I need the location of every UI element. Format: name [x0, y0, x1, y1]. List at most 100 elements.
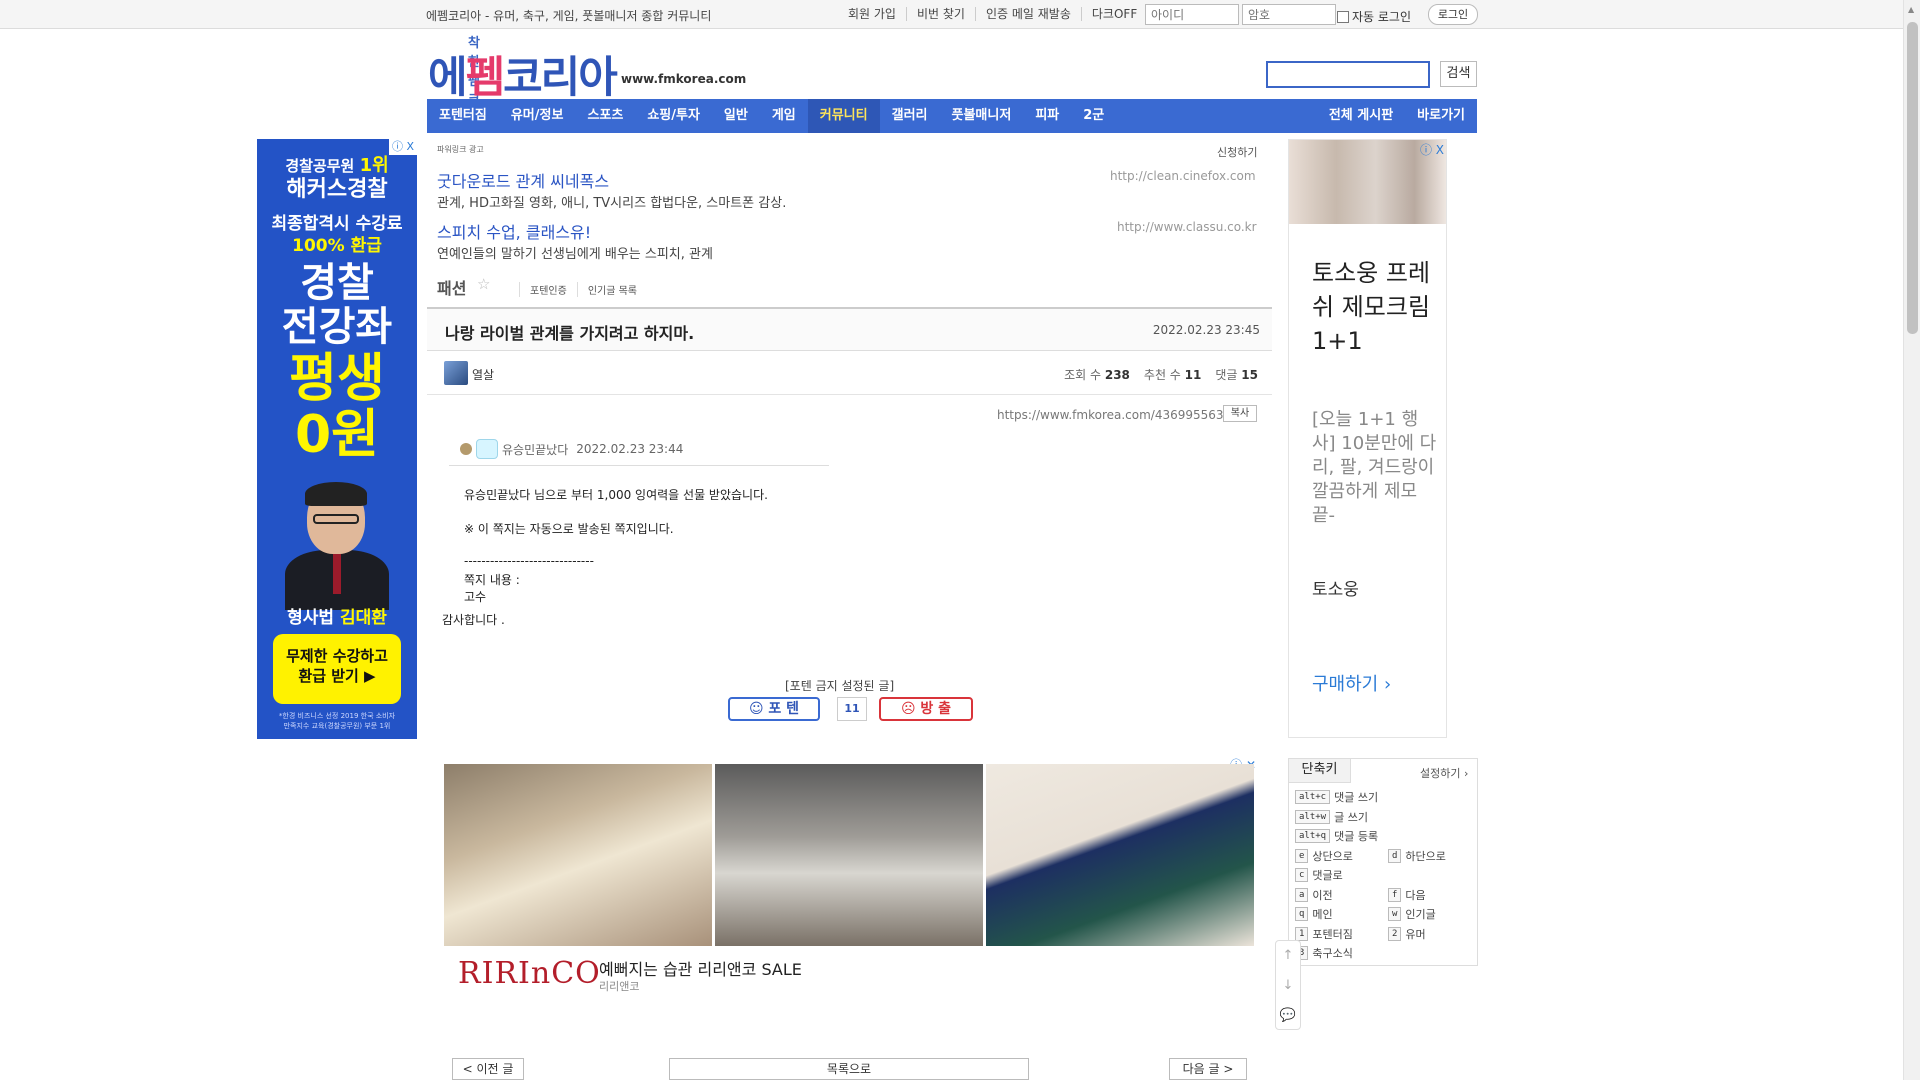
- ad-headline: 경찰 전강좌: [281, 260, 393, 350]
- ad-close-icon[interactable]: ⓘ X: [1420, 141, 1444, 158]
- nav-item[interactable]: 유머/정보: [499, 99, 576, 133]
- prev-post-button[interactable]: < 이전 글: [452, 1058, 524, 1080]
- login-id-input[interactable]: [1145, 4, 1239, 25]
- nav-item[interactable]: 풋볼매니저: [940, 99, 1024, 133]
- post-stats: 조회 수 238 추천 수 11 댓글 15: [1064, 368, 1258, 382]
- shortcut-row: alt+w 글 쓰기: [1295, 809, 1368, 825]
- product-image[interactable]: [715, 764, 983, 946]
- shortcut-row: alt+c 댓글 쓰기: [1295, 789, 1378, 805]
- ad-cta-button[interactable]: 무제한 수강하고 환급 받기 ▶: [273, 634, 401, 704]
- shortcut-key: d: [1388, 848, 1402, 863]
- apply-link[interactable]: 신청하기: [1217, 144, 1257, 160]
- text-ad-title[interactable]: 굿다운로드 관계 씨네폭스: [437, 168, 609, 192]
- search-button[interactable]: 검색: [1440, 61, 1477, 87]
- comment-icon[interactable]: 💬: [1276, 1001, 1300, 1031]
- search-input[interactable]: [1266, 61, 1430, 88]
- shortcut-settings-link[interactable]: 설정하기 ›: [1420, 765, 1468, 781]
- shortcut-tab[interactable]: 단축키: [1289, 759, 1351, 783]
- downvote-button[interactable]: ☹ 방 출: [879, 697, 973, 721]
- dark-mode-toggle[interactable]: 다크OFF: [1082, 7, 1147, 21]
- nav-item[interactable]: 게임: [760, 99, 808, 133]
- shop-logo[interactable]: RIRInCO: [458, 956, 601, 991]
- nav-item[interactable]: 갤러리: [880, 99, 940, 133]
- logo-wordmark: 에펨코리아: [428, 53, 618, 103]
- shortcut-row: e 상단으로: [1295, 848, 1353, 864]
- right-banner-ad[interactable]: ⓘ X 토소웅 프레쉬 제모크림 1+1 [오늘 1+1 행사] 10분만에 다…: [1288, 139, 1447, 738]
- shortcut-label: 다음: [1405, 888, 1426, 902]
- shortcut-label: 축구소식: [1312, 947, 1353, 960]
- product-image[interactable]: [986, 764, 1254, 946]
- body-line: 유승민끝났다 님으로 부터 1,000 잉여력을 선물 받았습니다.: [464, 488, 768, 502]
- nav-right-item[interactable]: 전체 게시판: [1317, 99, 1405, 133]
- body-line: 감사합니다 .: [442, 613, 505, 627]
- login-password-input[interactable]: [1242, 4, 1336, 25]
- upvote-button[interactable]: ☺ 포 텐: [728, 697, 820, 721]
- avatar[interactable]: [444, 361, 468, 385]
- popular-list-link[interactable]: 인기글 목록: [576, 282, 647, 297]
- vote-notice: [포텐 금지 설정된 글]: [785, 679, 895, 693]
- checkbox-icon[interactable]: [1337, 10, 1349, 23]
- autologin-checkbox[interactable]: 자동 로그인: [1337, 8, 1411, 25]
- instructor-photo: [285, 482, 389, 610]
- scroll-up-icon[interactable]: ▲: [1908, 5, 1914, 14]
- text-ad-desc: 연예인들의 말하기 선생님에게 배우는 스피치, 관계: [437, 247, 713, 262]
- nav-item[interactable]: 일반: [712, 99, 760, 133]
- comment-count: 15: [1241, 368, 1258, 382]
- shortcut-row: 1 포텐터짐: [1295, 926, 1353, 942]
- author-name[interactable]: 열살: [472, 366, 494, 383]
- shortcut-label: 메인: [1312, 908, 1333, 921]
- text-ad-url[interactable]: http://clean.cinefox.com: [1110, 169, 1256, 183]
- left-banner-ad[interactable]: ⓘ X 경찰공무원 1위 해커스경찰 최종합격시 수강료 100% 환급 경찰 전…: [257, 139, 417, 739]
- vote-count: 11: [837, 697, 867, 721]
- resend-mail-link[interactable]: 인증 메일 재발송: [976, 7, 1082, 21]
- body-line: 고수: [464, 590, 487, 604]
- shortcut-label: 글 쓰기: [1334, 810, 1368, 824]
- nav-item[interactable]: 2군: [1071, 99, 1116, 133]
- nav-right: 전체 게시판 바로가기: [1317, 99, 1477, 133]
- signup-link[interactable]: 회원 가입: [838, 7, 907, 21]
- level-icon: [460, 443, 472, 455]
- text-ad-title[interactable]: 스피치 수업, 클래스유!: [437, 219, 591, 243]
- like-count: 11: [1184, 368, 1202, 382]
- scrollbar[interactable]: ▲: [1903, 0, 1920, 1080]
- ad-headline: 평생 0원: [289, 349, 385, 465]
- message-sender[interactable]: 유승민끝났다: [502, 441, 568, 458]
- nav-right-item[interactable]: 바로가기: [1405, 99, 1477, 133]
- shortcut-key: c: [1295, 868, 1309, 882]
- product-image[interactable]: [444, 764, 712, 946]
- post-header: 나랑 라이벌 관계를 가지려고 하지마. 2022.02.23 23:45: [427, 307, 1272, 351]
- floating-buttons: ↑ ↓ 💬: [1275, 940, 1301, 1030]
- permalink[interactable]: https://www.fmkorea.com/4369955632: [997, 408, 1231, 422]
- text-ad-url[interactable]: http://www.classu.co.kr: [1117, 220, 1257, 234]
- scroll-thumb[interactable]: [1907, 22, 1918, 334]
- shortcut-row: 2 유머: [1388, 926, 1426, 942]
- shop-ad-title[interactable]: 예뻐지는 습관 리리앤코 SALE: [599, 956, 802, 980]
- shortcut-label: 하단으로: [1405, 849, 1446, 863]
- shortcut-label: 댓글로: [1312, 869, 1343, 882]
- nav-item[interactable]: 포텐터짐: [427, 99, 499, 133]
- find-password-link[interactable]: 비번 찾기: [907, 7, 976, 21]
- scroll-bottom-icon[interactable]: ↓: [1276, 971, 1300, 1001]
- list-button[interactable]: 목록으로: [669, 1058, 1029, 1080]
- ad-headline[interactable]: 토소웅 프레쉬 제모크림 1+1: [1312, 256, 1442, 358]
- nav-item[interactable]: 커뮤니티: [807, 99, 880, 133]
- site-description: 에펨코리아 - 유머, 축구, 게임, 풋볼매니저 종합 커뮤니티: [426, 9, 712, 23]
- site-url: www.fmkorea.com: [621, 72, 747, 86]
- divider: [449, 465, 829, 466]
- next-post-button[interactable]: 다음 글 >: [1169, 1058, 1247, 1080]
- shopping-ad[interactable]: ⓘ ✕ RIRInCO 예뻐지는 습관 리리앤코 SALE 리리앤코: [444, 756, 1256, 1002]
- shortcut-label: 댓글 등록: [1334, 830, 1379, 843]
- scroll-top-icon[interactable]: ↑: [1276, 941, 1300, 971]
- shortcut-label: 상단으로: [1312, 849, 1353, 863]
- shortcut-row: 3 축구소식: [1295, 945, 1353, 961]
- star-icon[interactable]: ☆: [477, 275, 490, 293]
- poten-cert-link[interactable]: 포텐인증: [519, 282, 577, 297]
- copy-link-button[interactable]: 복사: [1223, 405, 1257, 422]
- nav-item[interactable]: 피파: [1023, 99, 1071, 133]
- login-button[interactable]: 로그인: [1428, 4, 1478, 25]
- buy-link[interactable]: 구매하기 ›: [1312, 670, 1391, 696]
- nav-item[interactable]: 스포츠: [575, 99, 635, 133]
- nav-item[interactable]: 쇼핑/투자: [635, 99, 712, 133]
- main-nav: 포텐터짐 유머/정보 스포츠 쇼핑/투자 일반 게임 커뮤니티 갤러리 풋볼매니저 피파 2군 전체 …: [427, 99, 1477, 133]
- board-name[interactable]: 패션: [437, 275, 466, 299]
